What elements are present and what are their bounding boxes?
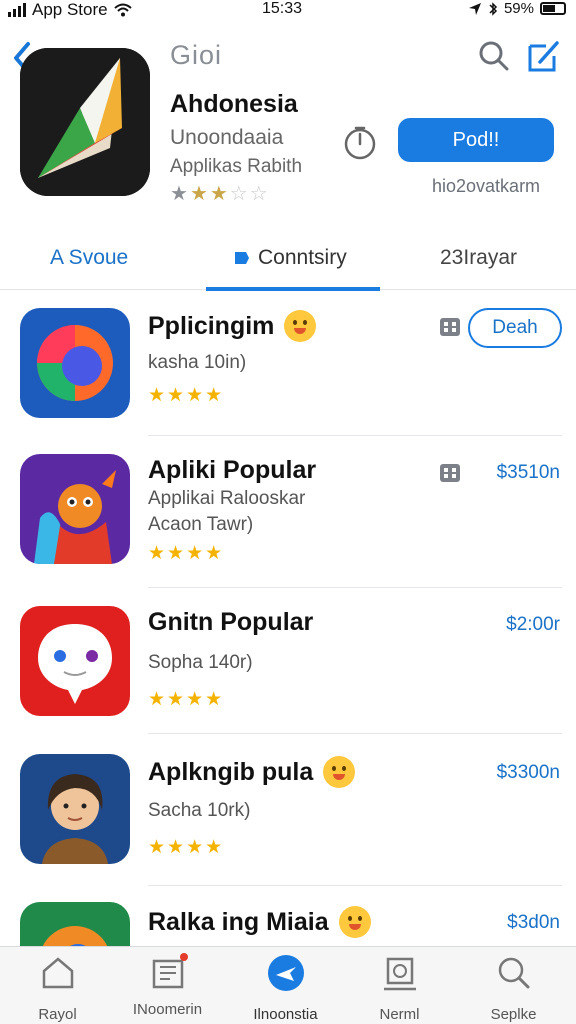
divider bbox=[148, 733, 562, 734]
app-title-text: Apliki Popular bbox=[148, 456, 317, 484]
bluetooth-icon bbox=[489, 1, 498, 16]
tabbar-label: Nerml bbox=[379, 1006, 420, 1023]
tab-23irayar[interactable]: 23Irayar bbox=[440, 246, 517, 270]
rating-stars: ★★★★ bbox=[148, 837, 225, 858]
rating-stars: ★★★★ bbox=[148, 385, 225, 406]
app-title: Ralka ing Miaia bbox=[148, 906, 371, 938]
wifi-icon bbox=[113, 3, 132, 17]
open-button[interactable]: Deah bbox=[468, 308, 562, 348]
featured-app-subtitle: Unoondaaia bbox=[170, 126, 284, 149]
search-icon[interactable] bbox=[474, 36, 514, 76]
app-subtitle: Sacha 10rk) bbox=[148, 800, 251, 821]
rating-stars: ★★★★ bbox=[148, 543, 225, 564]
compose-icon[interactable] bbox=[524, 36, 564, 76]
app-title-text: Ralka ing Miaia bbox=[148, 907, 329, 936]
notification-badge bbox=[179, 953, 188, 961]
app-title: Pplicingim bbox=[148, 310, 317, 342]
rating-stars: ★★★★ bbox=[148, 689, 225, 710]
news-icon bbox=[148, 953, 188, 993]
emoji-icon bbox=[338, 906, 371, 938]
tabbar-item-seplke[interactable]: Seplke bbox=[456, 953, 571, 1023]
featured-app-category: Applikas Rabith bbox=[170, 156, 303, 177]
featured-rating-stars: ★★★☆☆ bbox=[170, 183, 270, 205]
app-title: Gnitn Popular bbox=[148, 608, 313, 637]
tabbar-item-rayol[interactable]: Rayol bbox=[0, 953, 115, 1023]
status-bar: App Store 15:33 59% bbox=[0, 0, 576, 22]
battery-icon bbox=[540, 2, 566, 15]
tab-conntsiry-label: Conntsiry bbox=[258, 246, 347, 269]
price-label[interactable]: $2:00r bbox=[506, 614, 560, 636]
app-thumb-icon bbox=[20, 308, 130, 418]
price-label[interactable]: $3d0n bbox=[507, 912, 560, 934]
carrier-label: App Store bbox=[32, 0, 108, 19]
location-icon bbox=[468, 2, 481, 15]
tabbar-label: INoomerin bbox=[132, 1001, 203, 1018]
tag-icon bbox=[235, 252, 249, 264]
app-subtitle: kasha 10in) bbox=[148, 352, 247, 373]
app-subtitle: Sopha 140r) bbox=[148, 652, 253, 673]
emoji-icon bbox=[323, 756, 356, 788]
bottom-tab-bar: Rayol INoomerin Ilnoonstia Nerml Seplke bbox=[0, 946, 576, 1024]
app-subtitle-2: Acaon Tawr) bbox=[148, 514, 254, 535]
nav-title: Gioi bbox=[170, 40, 223, 70]
featured-app-name: Ahdonesia bbox=[170, 90, 298, 118]
updates-icon bbox=[383, 957, 416, 991]
list-item[interactable]: Ralka ing Miaia $3d0n bbox=[0, 886, 576, 946]
list-item[interactable]: Pplicingim kasha 10in) ★★★★ Deah bbox=[0, 290, 576, 436]
apps-icon bbox=[267, 955, 304, 991]
tabbar-label: Seplke bbox=[490, 1006, 537, 1023]
price-label[interactable]: $3510n bbox=[497, 462, 560, 484]
grid-icon bbox=[440, 318, 460, 336]
tab-conntsiry[interactable]: Conntsiry bbox=[232, 246, 347, 270]
signal-icon bbox=[8, 3, 26, 17]
segment-tabs: A Svoue Conntsiry 23Irayar bbox=[0, 232, 576, 291]
featured-extra-text: hio2ovatkarm bbox=[432, 176, 541, 196]
app-thumb-icon bbox=[20, 902, 130, 946]
app-title: Apliki Popular bbox=[148, 456, 316, 485]
app-thumb-icon bbox=[20, 606, 130, 716]
app-title-text: Gnitn Popular bbox=[148, 608, 314, 636]
grid-icon bbox=[440, 464, 460, 482]
featured-app-icon[interactable] bbox=[20, 48, 150, 196]
list-item[interactable]: Apliki Popular Applikai Ralooskar Acaon … bbox=[0, 436, 576, 588]
app-subtitle: Applikai Ralooskar bbox=[148, 488, 306, 509]
tabbar-item-ilnoonstia[interactable]: Ilnoonstia bbox=[228, 953, 343, 1023]
tabbar-item-inoomerin[interactable]: INoomerin bbox=[110, 953, 225, 1018]
app-title-text: Aplkngib pula bbox=[148, 757, 314, 786]
search-icon bbox=[498, 957, 529, 989]
app-thumb-icon bbox=[20, 454, 130, 564]
price-label[interactable]: $3300n bbox=[497, 762, 560, 784]
get-button[interactable]: Pod!! bbox=[398, 118, 554, 162]
tab-a-svoue[interactable]: A Svoue bbox=[50, 246, 128, 270]
app-title: Aplkngib pula bbox=[148, 756, 356, 788]
emoji-icon bbox=[284, 310, 317, 342]
tabbar-label: Ilnoonstia bbox=[253, 1006, 318, 1023]
app-title-text: Pplicingim bbox=[148, 311, 275, 340]
clock: 15:33 bbox=[262, 0, 303, 17]
tabbar-item-nerml[interactable]: Nerml bbox=[342, 953, 457, 1023]
battery-percent: 59% bbox=[503, 0, 534, 17]
list-item[interactable]: Aplkngib pula Sacha 10rk) ★★★★ $3300n bbox=[0, 736, 576, 886]
app-thumb-icon bbox=[20, 754, 130, 864]
home-icon bbox=[42, 957, 73, 989]
list-item[interactable]: Gnitn Popular Sopha 140r) ★★★★ $2:00r bbox=[0, 588, 576, 734]
timer-icon[interactable] bbox=[340, 122, 380, 162]
tabbar-label: Rayol bbox=[38, 1006, 77, 1023]
